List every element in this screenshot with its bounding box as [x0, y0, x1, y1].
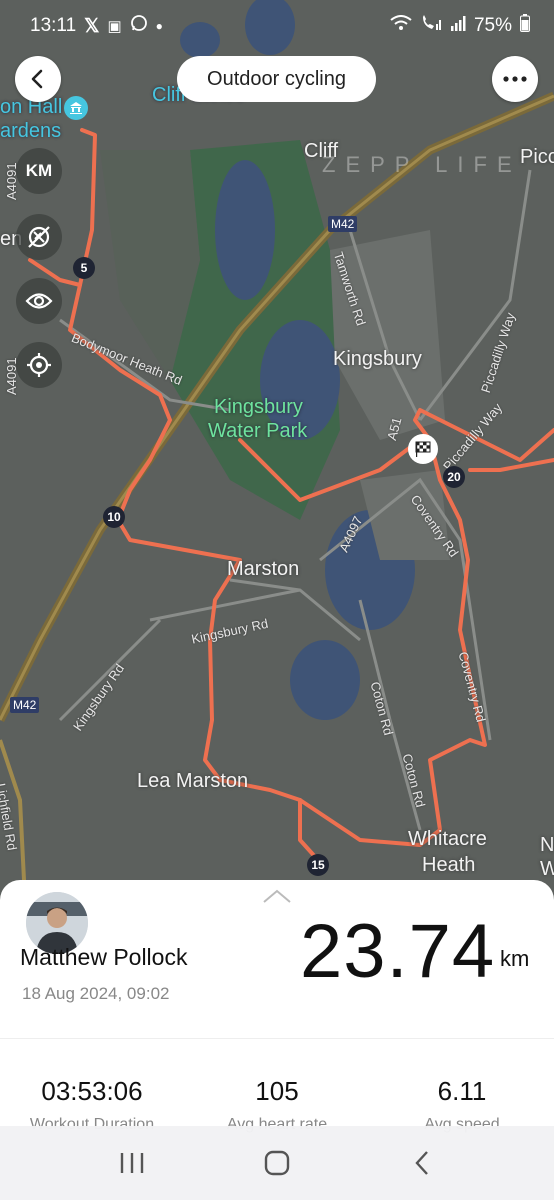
km-marker: 10 [103, 506, 125, 528]
wifi-icon [390, 15, 412, 37]
eye-icon [25, 293, 53, 309]
chevron-up-icon[interactable] [262, 888, 292, 904]
no-satellite-icon [28, 226, 50, 248]
call-signal-icon [420, 14, 442, 38]
locate-icon [27, 353, 51, 377]
distance-unit: km [500, 946, 530, 971]
map-layer-button[interactable] [16, 214, 62, 260]
place-label: Whitacre [408, 828, 487, 850]
recent-apps-button[interactable] [102, 1133, 162, 1193]
route-map[interactable]: on Hall ardens Cliff Lakes Cliff Kingsbu… [0, 0, 554, 900]
motorway-label: M42 [328, 216, 358, 232]
park-label: Water Park [208, 420, 308, 442]
back-nav-button[interactable] [392, 1133, 452, 1193]
locate-button[interactable] [16, 342, 62, 388]
duration-value: 03:53:06 [41, 1076, 143, 1106]
poi-label: ardens [0, 120, 62, 142]
page-title: Outdoor cycling [177, 56, 376, 102]
back-button[interactable] [15, 56, 61, 102]
place-label: Marston [227, 558, 300, 580]
museum-icon [64, 96, 88, 120]
more-options-button[interactable] [492, 56, 538, 102]
divider [0, 1038, 554, 1039]
more-options-icon [503, 76, 527, 82]
visibility-button[interactable] [16, 278, 62, 324]
km-marker: 20 [443, 466, 465, 488]
park-label: Kingsbury [214, 396, 303, 418]
battery-level: 75% [473, 15, 512, 36]
place-label: Heath [422, 854, 476, 876]
km-marker: 15 [307, 854, 329, 876]
signal-icon [450, 15, 466, 37]
place-label: Piccad [520, 146, 554, 168]
speed-value: 6.11 [437, 1076, 487, 1106]
book-icon: ▣ [107, 18, 122, 35]
whatsapp-icon [130, 14, 148, 38]
user-name: Matthew Pollock [20, 944, 188, 970]
back-arrow-icon [31, 69, 43, 89]
unit-toggle-button[interactable]: KM [16, 148, 62, 194]
app-watermark: ZEPP LIFE [322, 152, 522, 177]
km-marker: 5 [73, 257, 95, 279]
motorway-label: M42 [10, 697, 40, 713]
place-label: W [540, 858, 554, 880]
heart-rate-value: 105 [255, 1076, 299, 1106]
clock: 13:11 [30, 15, 77, 36]
place-label: N [540, 834, 554, 856]
system-nav-bar [0, 1126, 554, 1200]
home-icon [264, 1150, 290, 1176]
place-label: Lea Marston [137, 770, 249, 792]
dot-icon: ● [155, 19, 163, 33]
home-button[interactable] [247, 1133, 307, 1193]
back-icon [415, 1151, 428, 1175]
place-label: Kingsbury [333, 348, 422, 370]
x-icon: 𝕏 [84, 15, 100, 37]
battery-icon [520, 14, 530, 38]
finish-flag-icon [408, 434, 438, 464]
distance-value: 23.74 [300, 909, 496, 994]
status-bar: 13:11 𝕏 ▣ ● 75% [0, 0, 554, 52]
recent-apps-icon [121, 1153, 144, 1173]
workout-date: 18 Aug 2024, 09:02 [22, 984, 170, 1003]
